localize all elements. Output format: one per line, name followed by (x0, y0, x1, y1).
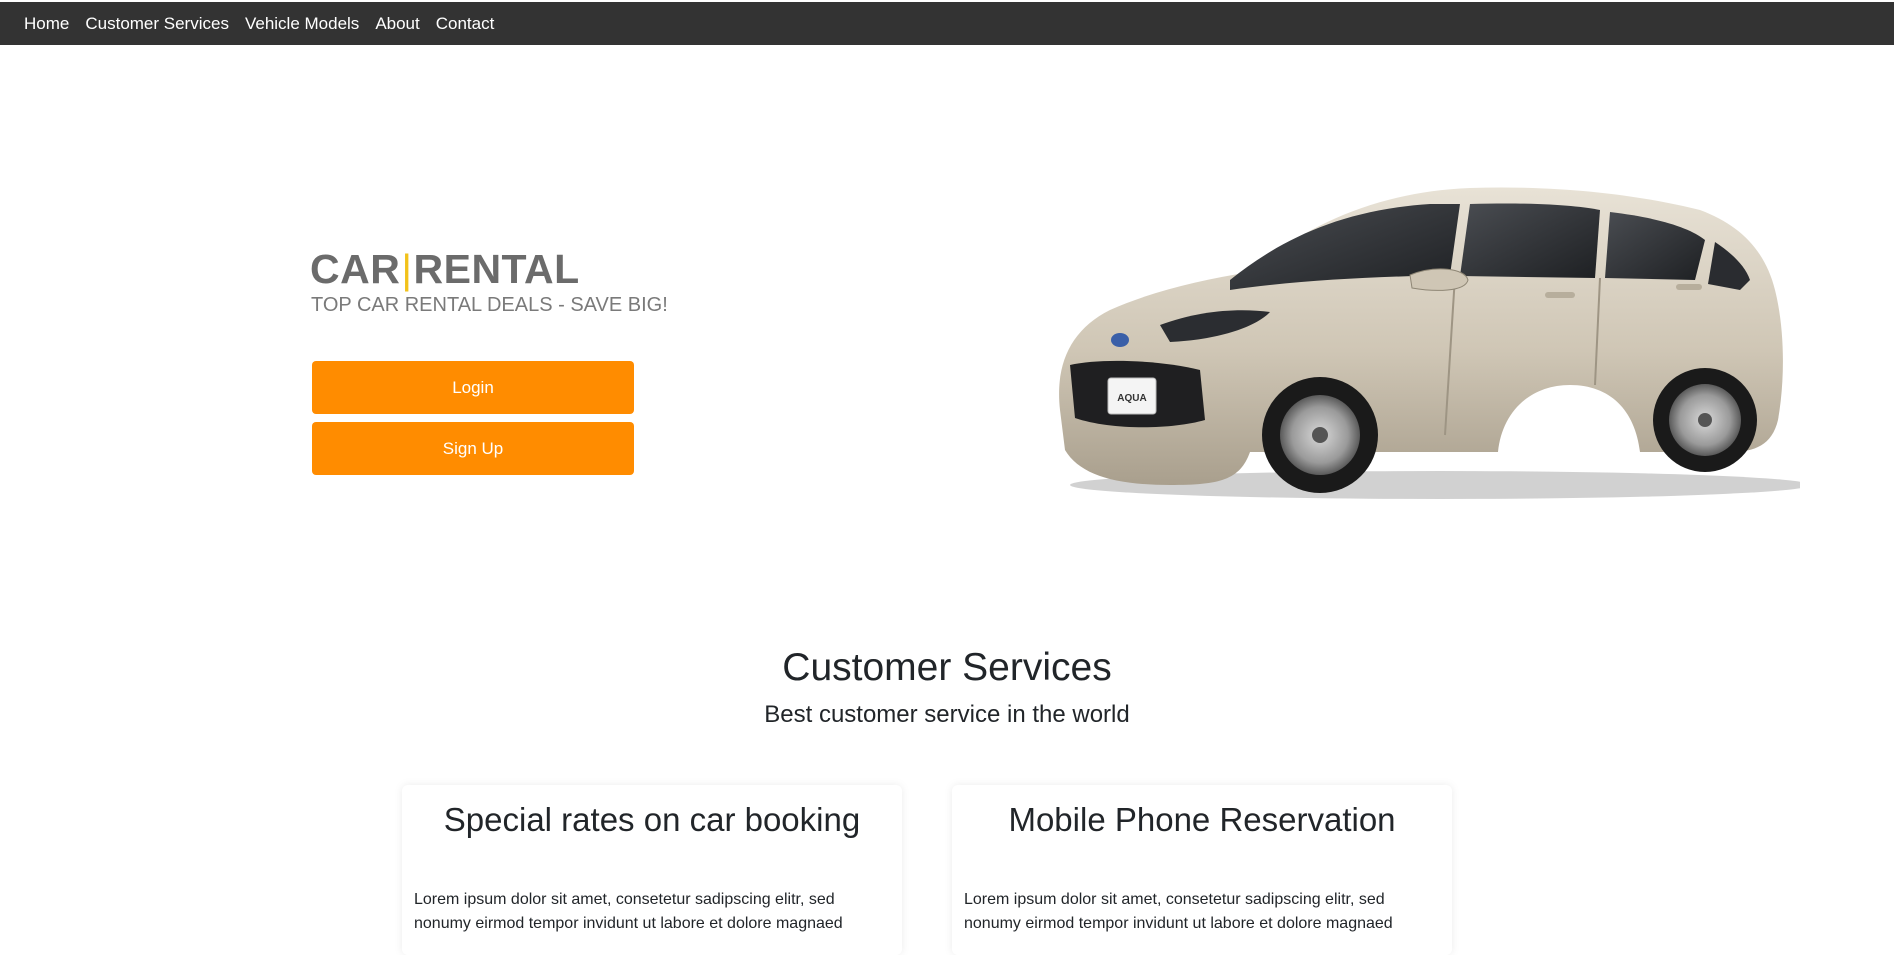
service-card-text: Lorem ipsum dolor sit amet, consetetur s… (964, 891, 1393, 932)
login-button[interactable]: Login (312, 361, 634, 414)
brand-logo: CAR|RENTAL (310, 246, 580, 292)
service-card-text: Lorem ipsum dolor sit amet, consetetur s… (414, 891, 843, 932)
services-subtitle: Best customer service in the world (764, 701, 1130, 728)
nav-vehicle-models[interactable]: Vehicle Models (245, 14, 359, 34)
car-image: AQUA (1059, 187, 1800, 499)
brand-rental: RENTAL (413, 246, 580, 292)
nav-contact[interactable]: Contact (436, 14, 495, 34)
service-card: Mobile Phone Reservation Lorem ipsum dol… (952, 785, 1452, 955)
service-card: Special rates on car booking Lorem ipsum… (402, 785, 902, 955)
service-card-title: Mobile Phone Reservation (1008, 801, 1396, 838)
nav-customer-services[interactable]: Customer Services (85, 14, 229, 34)
service-card-title: Special rates on car booking (443, 801, 861, 838)
brand-car: CAR (310, 246, 401, 292)
brand-separator: | (401, 246, 413, 292)
nav-home[interactable]: Home (24, 14, 69, 34)
license-plate-text: AQUA (1117, 393, 1146, 404)
nav-about[interactable]: About (375, 14, 419, 34)
services-title: Customer Services (782, 646, 1112, 689)
top-navbar: Home Customer Services Vehicle Models Ab… (0, 2, 1894, 45)
signup-button[interactable]: Sign Up (312, 422, 634, 475)
hero-tagline: TOP CAR RENTAL DEALS - SAVE BIG! (311, 294, 668, 316)
